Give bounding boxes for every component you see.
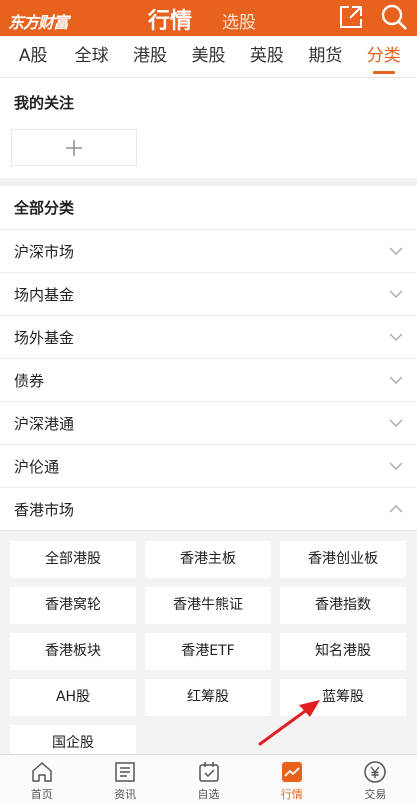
nav-watchlist[interactable]: 自选 [167, 755, 250, 804]
hk-item-blue-chips[interactable]: 蓝筹股 [280, 679, 406, 716]
chevron-down-icon [389, 247, 403, 255]
category-label: 沪深市场 [14, 243, 75, 261]
nav-home[interactable]: 首页 [0, 755, 83, 804]
hk-market-grid: 全部港股 香港主板 香港创业板 香港窝轮 香港牛熊证 香港指数 香港板块 香港E… [0, 531, 417, 758]
tab-categories[interactable]: 分类 [355, 36, 413, 78]
top-bar: 东方财富 行情 选股 [0, 0, 417, 36]
hk-item-cbbc[interactable]: 香港牛熊证 [145, 587, 271, 624]
category-row-hk-market[interactable]: 香港市场 [0, 488, 417, 531]
chevron-up-icon [389, 505, 403, 513]
category-label: 香港市场 [14, 501, 75, 519]
tab-uk-stocks[interactable]: 英股 [238, 36, 296, 78]
watchlist-section: 我的关注 [0, 78, 417, 178]
category-label: 沪深港通 [14, 415, 75, 433]
category-row-offexchange-funds[interactable]: 场外基金 [0, 316, 417, 359]
watchlist-icon [198, 762, 219, 782]
add-watch-button[interactable] [11, 129, 137, 166]
all-categories-title: 全部分类 [0, 186, 417, 230]
category-row-shanghai-shenzhen[interactable]: 沪深市场 [0, 230, 417, 273]
market-icon [281, 762, 302, 782]
hk-item-all[interactable]: 全部港股 [10, 541, 136, 578]
nav-label: 交易 [364, 788, 387, 801]
share-icon[interactable] [338, 4, 364, 30]
tab-a-shares[interactable]: A股 [4, 36, 62, 78]
market-tabs: A股 全球 港股 美股 英股 期货 分类 [0, 36, 417, 78]
nav-label: 资讯 [114, 788, 137, 801]
nav-label: 首页 [30, 788, 53, 801]
app-logo: 东方财富 [8, 13, 69, 32]
tab-us-stocks[interactable]: 美股 [179, 36, 237, 78]
nav-label: 自选 [197, 788, 220, 801]
section-divider [0, 178, 417, 186]
chevron-down-icon [389, 290, 403, 298]
category-label: 沪伦通 [14, 458, 60, 476]
trade-icon [364, 761, 387, 783]
tab-hk-stocks[interactable]: 港股 [121, 36, 179, 78]
hk-item-gem[interactable]: 香港创业板 [280, 541, 406, 578]
nav-news[interactable]: 资讯 [83, 755, 166, 804]
hk-item-ah-shares[interactable]: AH股 [10, 679, 136, 716]
category-row-shanghai-london-connect[interactable]: 沪伦通 [0, 445, 417, 488]
search-icon[interactable] [380, 3, 408, 31]
chevron-down-icon [389, 376, 403, 384]
hk-item-etf[interactable]: 香港ETF [145, 633, 271, 670]
nav-trade[interactable]: 交易 [334, 755, 417, 804]
stock-screener-tab[interactable]: 选股 [222, 8, 256, 33]
tab-futures[interactable]: 期货 [296, 36, 354, 78]
page-title[interactable]: 行情 [148, 3, 192, 35]
news-icon [115, 762, 135, 782]
chevron-down-icon [389, 333, 403, 341]
tab-global[interactable]: 全球 [62, 36, 120, 78]
category-label: 场内基金 [14, 286, 75, 304]
plus-icon [66, 139, 82, 156]
category-row-onexchange-funds[interactable]: 场内基金 [0, 273, 417, 316]
category-label: 债券 [14, 372, 45, 390]
category-row-bonds[interactable]: 债券 [0, 359, 417, 402]
watchlist-title: 我的关注 [14, 94, 75, 112]
bottom-nav: 首页 资讯 自选 行情 交易 [0, 754, 417, 804]
hk-item-famous-stocks[interactable]: 知名港股 [280, 633, 406, 670]
nav-label: 行情 [280, 788, 303, 801]
hk-item-warrants[interactable]: 香港窝轮 [10, 587, 136, 624]
home-icon [31, 762, 52, 782]
category-label: 场外基金 [14, 329, 75, 347]
hk-item-red-chips[interactable]: 红筹股 [145, 679, 271, 716]
hk-item-main-board[interactable]: 香港主板 [145, 541, 271, 578]
category-row-stock-connect[interactable]: 沪深港通 [0, 402, 417, 445]
hk-item-indices[interactable]: 香港指数 [280, 587, 406, 624]
chevron-down-icon [389, 419, 403, 427]
hk-item-sectors[interactable]: 香港板块 [10, 633, 136, 670]
chevron-down-icon [389, 462, 403, 470]
nav-market[interactable]: 行情 [250, 755, 333, 804]
